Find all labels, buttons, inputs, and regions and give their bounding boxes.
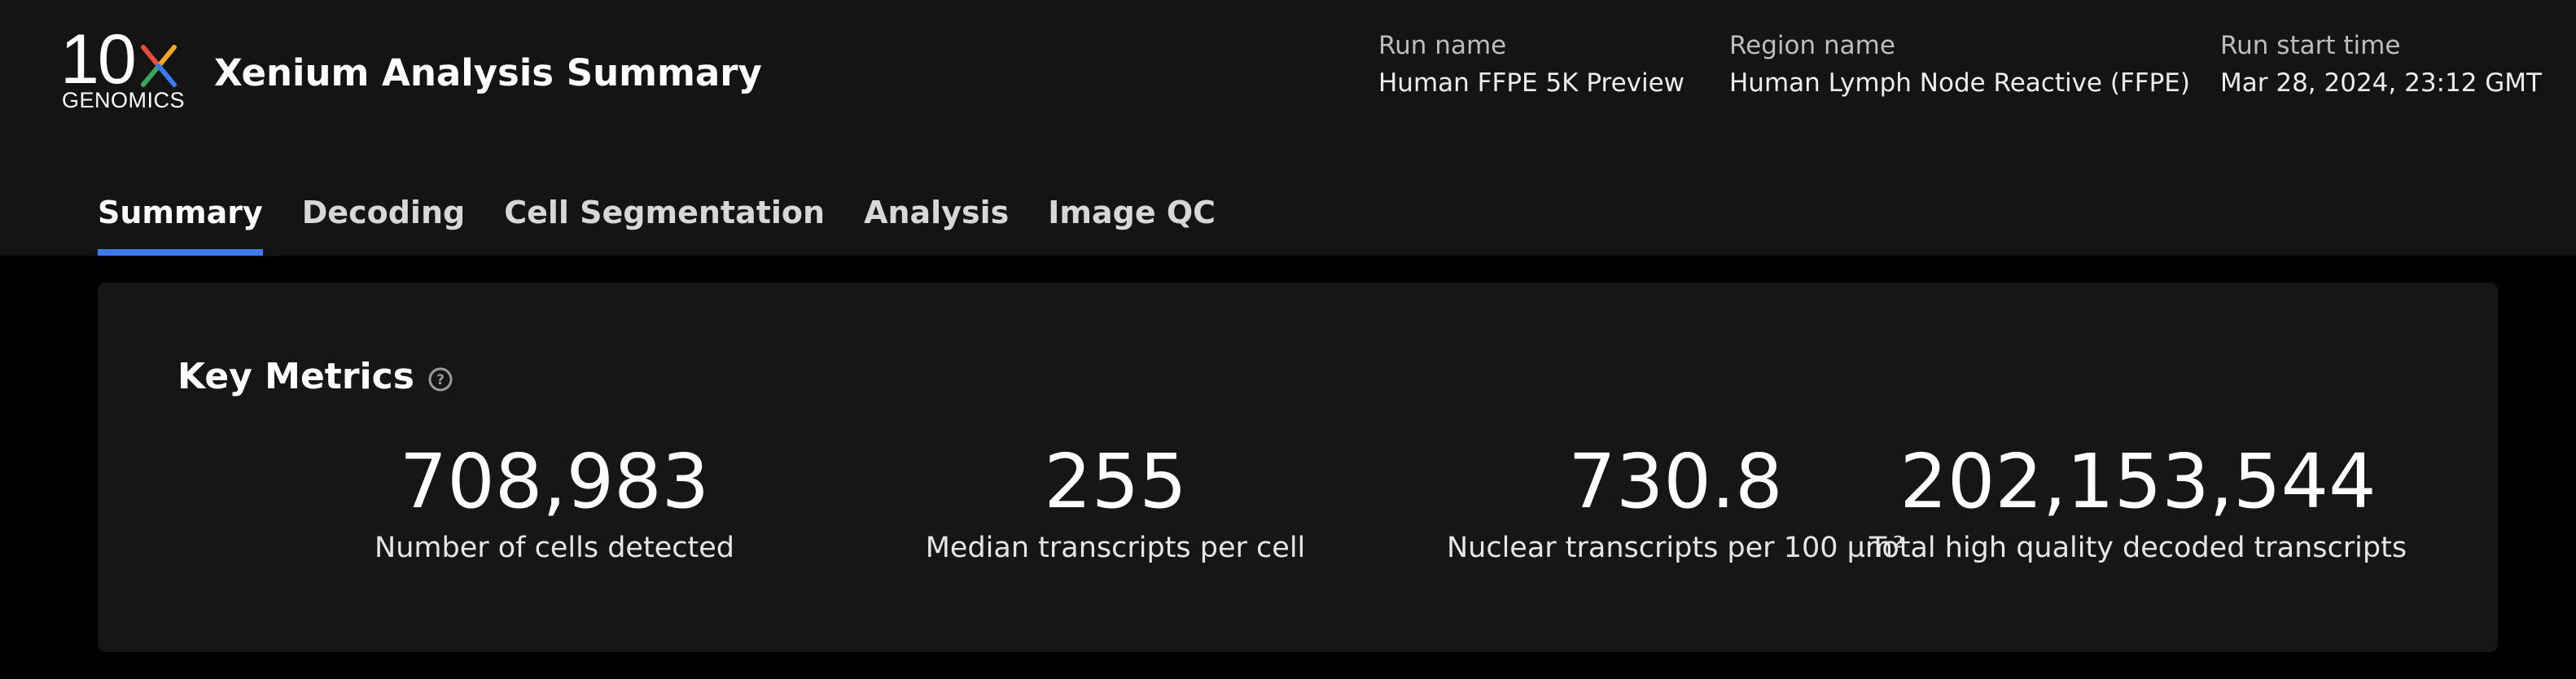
key-metrics-card: Key Metrics ? 708,983 Number of cells de… [98,283,2498,652]
metric-value: 255 [1044,438,1187,525]
svg-text:?: ? [436,372,445,388]
region-name: Region name Human Lymph Node Reactive (F… [1729,29,2190,99]
tab-bar: Summary Decoding Cell Segmentation Analy… [98,192,1255,256]
tab-analysis[interactable]: Analysis [864,192,1009,256]
app-title: Xenium Analysis Summary [214,51,762,94]
metric-value: 202,153,544 [1899,438,2377,525]
metric-median-transcripts: 255 Median transcripts per cell [830,437,1400,566]
tab-cell-segmentation[interactable]: Cell Segmentation [504,192,825,256]
question-circle-icon[interactable]: ? [427,366,453,392]
region-name-label: Region name [1729,31,1895,60]
run-name-value: Human FFPE 5K Preview [1378,68,1685,98]
key-metrics-header: Key Metrics ? [177,354,453,400]
tab-summary[interactable]: Summary [98,192,263,256]
logo-x-icon [141,45,177,87]
metric-total-transcripts: 202,153,544 Total high quality decoded t… [1853,437,2423,566]
metric-label: Number of cells detected [375,532,734,564]
region-name-value: Human Lymph Node Reactive (FFPE) [1729,68,2190,98]
metric-label: Median transcripts per cell [925,532,1306,564]
logo-wordmark: GENOMICS [62,88,186,112]
metric-cells-detected: 708,983 Number of cells detected [269,437,839,566]
app-header: 10 GENOMICS Xenium Analysis Summary Run … [0,0,2576,256]
key-metrics-title: Key Metrics [177,356,414,397]
metric-label: Total high quality decoded transcripts [1868,532,2407,564]
logo-mark: 10 [60,20,137,99]
run-start-time: Run start time Mar 28, 2024, 23:12 GMT [2220,29,2542,99]
tab-image-qc[interactable]: Image QC [1048,192,1216,256]
run-start-time-label: Run start time [2220,31,2401,60]
run-name-label: Run name [1378,31,1507,60]
metric-value: 708,983 [399,438,710,525]
run-name: Run name Human FFPE 5K Preview [1378,29,1684,99]
10x-genomics-logo: 10 GENOMICS [60,20,185,114]
run-start-time-value: Mar 28, 2024, 23:12 GMT [2220,68,2542,98]
tab-decoding[interactable]: Decoding [302,192,465,256]
